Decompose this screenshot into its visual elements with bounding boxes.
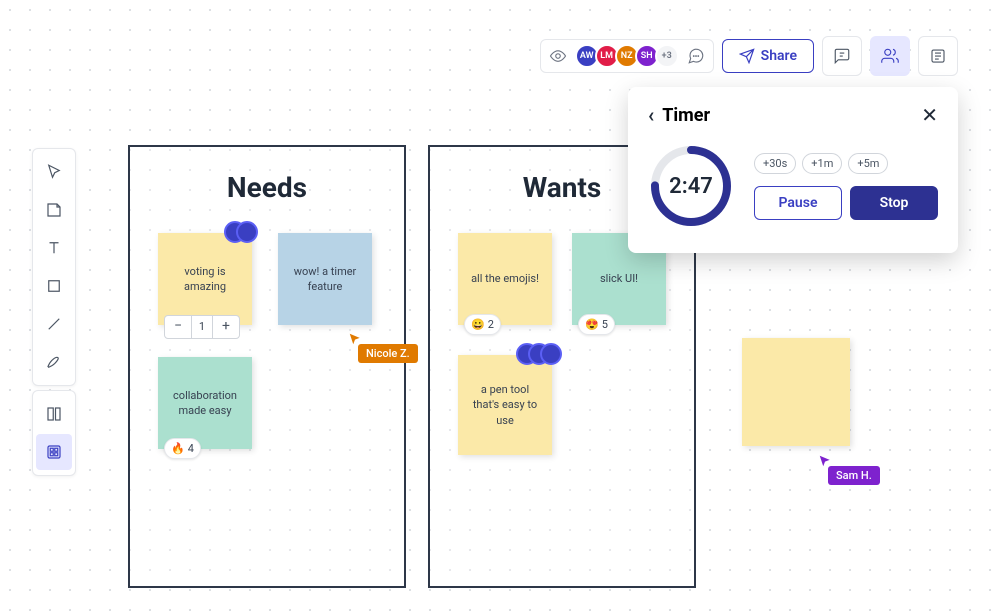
sticky-text: voting is amazing bbox=[168, 264, 242, 295]
cursor-label-nicole: Nicole Z. bbox=[358, 344, 418, 363]
reaction-count: 2 bbox=[488, 317, 494, 332]
timer-pause-button[interactable]: Pause bbox=[754, 186, 842, 220]
reaction-badge[interactable]: 🔥 4 bbox=[164, 438, 201, 459]
toolbar-main bbox=[32, 148, 76, 386]
timer-close-button[interactable]: ✕ bbox=[921, 103, 938, 127]
avatar-more[interactable]: +3 bbox=[655, 44, 679, 68]
timer-time: 2:47 bbox=[648, 143, 734, 229]
sticky-emojis[interactable]: all the emojis! 😀 2 bbox=[458, 233, 552, 325]
sticky-text: a pen tool that's easy to use bbox=[468, 382, 542, 428]
frames-tool[interactable] bbox=[36, 396, 72, 432]
timer-panel: ‹ Timer ✕ 2:47 +30s +1m +5m Pause Stop bbox=[628, 87, 958, 253]
templates-tool[interactable] bbox=[36, 434, 72, 470]
timer-add-5m[interactable]: +5m bbox=[848, 153, 888, 174]
cursor-sam: Sam H. bbox=[818, 454, 880, 485]
sticky-text: slick UI! bbox=[600, 271, 638, 286]
pointer-tool[interactable] bbox=[36, 154, 72, 190]
share-button[interactable]: Share bbox=[722, 39, 814, 73]
collaborators-box: AW LM NZ SH +3 bbox=[540, 39, 714, 73]
share-label: Share bbox=[761, 48, 797, 64]
text-tool[interactable] bbox=[36, 230, 72, 266]
timer-progress: 2:47 bbox=[648, 143, 734, 229]
reaction-badge[interactable]: 😍 5 bbox=[578, 314, 615, 335]
sticky-text: collaboration made easy bbox=[168, 388, 242, 419]
blank-sticky[interactable] bbox=[742, 338, 850, 446]
sticky-timer-feature[interactable]: wow! a timer feature bbox=[278, 233, 372, 325]
timer-title: Timer bbox=[662, 105, 710, 126]
cursor-blob bbox=[516, 343, 562, 365]
comments-button[interactable] bbox=[822, 36, 862, 76]
cursor-blob bbox=[224, 221, 258, 243]
preview-icon[interactable] bbox=[549, 47, 567, 65]
reaction-emoji: 🔥 bbox=[171, 441, 185, 456]
top-bar: AW LM NZ SH +3 Share bbox=[540, 36, 958, 76]
vote-stepper: − 1 + bbox=[164, 315, 240, 339]
reaction-emoji: 😀 bbox=[471, 317, 485, 332]
timer-stop-button[interactable]: Stop bbox=[850, 186, 938, 220]
board-title-needs: Needs bbox=[130, 147, 404, 216]
timer-add-1m[interactable]: +1m bbox=[802, 153, 842, 174]
cursor-label-sam: Sam H. bbox=[828, 466, 880, 485]
reaction-count: 5 bbox=[602, 317, 608, 332]
line-tool[interactable] bbox=[36, 306, 72, 342]
toolbar-views bbox=[32, 390, 76, 476]
sticky-text: wow! a timer feature bbox=[288, 264, 362, 295]
timer-add-30s[interactable]: +30s bbox=[754, 153, 796, 174]
reaction-emoji: 😍 bbox=[585, 317, 599, 332]
stepper-plus[interactable]: + bbox=[213, 316, 239, 338]
sticky-text: all the emojis! bbox=[471, 271, 539, 286]
timer-back-button[interactable]: ‹ bbox=[648, 103, 654, 127]
sticky-voting[interactable]: voting is amazing − 1 + bbox=[158, 233, 252, 325]
outline-button[interactable] bbox=[918, 36, 958, 76]
sticky-tool[interactable] bbox=[36, 192, 72, 228]
sticky-pen-tool[interactable]: a pen tool that's easy to use bbox=[458, 355, 552, 455]
pen-tool[interactable] bbox=[36, 344, 72, 380]
sticky-collab[interactable]: collaboration made easy 🔥 4 bbox=[158, 357, 252, 449]
chat-icon[interactable] bbox=[687, 47, 705, 65]
board-needs[interactable]: Needs voting is amazing − 1 + wow! a tim… bbox=[128, 145, 406, 588]
cursor-nicole: Nicole Z. bbox=[348, 332, 418, 363]
reaction-count: 4 bbox=[188, 441, 194, 456]
stepper-minus[interactable]: − bbox=[165, 316, 191, 338]
shape-tool[interactable] bbox=[36, 268, 72, 304]
stepper-value: 1 bbox=[191, 316, 213, 338]
facilitation-button[interactable] bbox=[870, 36, 910, 76]
reaction-badge[interactable]: 😀 2 bbox=[464, 314, 501, 335]
